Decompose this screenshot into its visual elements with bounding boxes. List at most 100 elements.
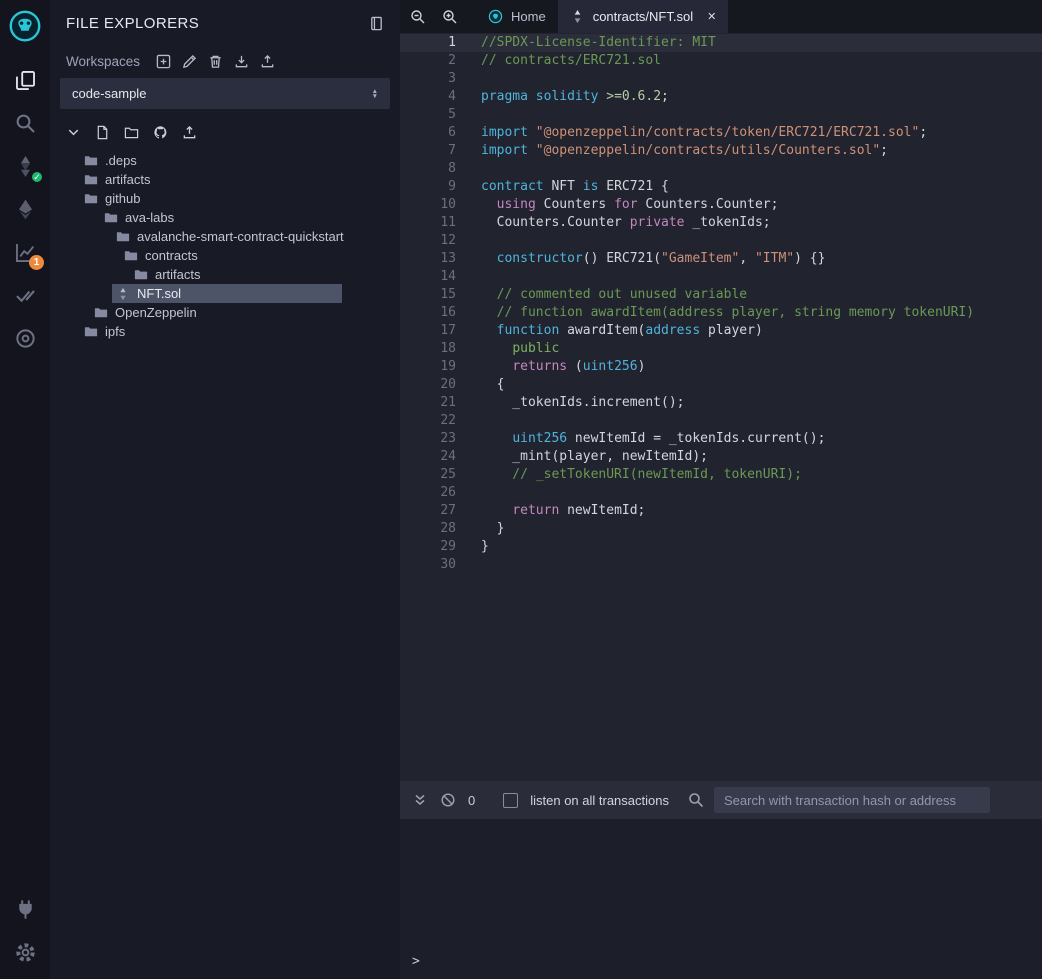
code-line-11[interactable]: 11 Counters.Counter private _tokenIds; [400,214,1042,232]
close-tab-icon[interactable]: ✕ [707,10,716,23]
terminal-output[interactable]: > [400,819,1042,979]
chevron-down-icon [66,125,81,140]
tree-item-ipfs[interactable]: ipfs [50,322,400,341]
line-number: 6 [400,124,456,142]
code-line-19[interactable]: 19 returns (uint256) [400,358,1042,376]
create-workspace-button[interactable] [156,54,171,69]
upload-icon [260,54,275,69]
line-number: 21 [400,394,456,412]
code-line-25[interactable]: 25 // _setTokenURI(newItemId, tokenURI); [400,466,1042,484]
download-workspaces-button[interactable] [234,54,249,69]
tree-item-artifacts[interactable]: artifacts [50,265,400,284]
line-content: returns (uint256) [456,358,645,376]
code-line-29[interactable]: 29} [400,538,1042,556]
deploy-icon [15,199,36,220]
tree-item-NFT.sol[interactable]: NFT.sol [50,284,400,303]
code-line-20[interactable]: 20 { [400,376,1042,394]
delete-workspace-button[interactable] [208,54,223,69]
line-content: import "@openzeppelin/contracts/token/ER… [456,124,927,142]
sidebar-unit-testing[interactable] [10,280,40,310]
tree-item-ava-labs[interactable]: ava-labs [50,208,400,227]
code-line-13[interactable]: 13 constructor() ERC721("GameItem", "ITM… [400,250,1042,268]
sidebar-statistics[interactable]: 1 [10,237,40,267]
tree-item-github[interactable]: github [50,189,400,208]
code-line-3[interactable]: 3 [400,70,1042,88]
code-line-18[interactable]: 18 public [400,340,1042,358]
tree-item-rowbox: avalanche-smart-contract-quickstart [112,227,352,246]
code-line-22[interactable]: 22 [400,412,1042,430]
code-line-21[interactable]: 21 _tokenIds.increment(); [400,394,1042,412]
create-folder-button[interactable] [124,125,139,140]
sidebar-deploy-run[interactable] [10,194,40,224]
tab-contracts/NFT.sol[interactable]: contracts/NFT.sol✕ [558,0,729,33]
remix-logo-icon[interactable] [6,7,44,45]
code-line-9[interactable]: 9contract NFT is ERC721 { [400,178,1042,196]
zoom-out-button[interactable] [410,9,426,25]
code-line-28[interactable]: 28 } [400,520,1042,538]
line-content [456,160,481,178]
sidebar-file-explorer[interactable] [10,65,40,95]
code-line-6[interactable]: 6import "@openzeppelin/contracts/token/E… [400,124,1042,142]
sidebar-settings[interactable] [10,937,40,967]
line-content: uint256 newItemId = _tokenIds.current(); [456,430,825,448]
line-number: 30 [400,556,456,574]
code-line-10[interactable]: 10 using Counters for Counters.Counter; [400,196,1042,214]
code-line-4[interactable]: 4pragma solidity >=0.6.2; [400,88,1042,106]
folder-icon [104,211,118,225]
terminal-search-input[interactable] [714,787,990,813]
statistics-badge: 1 [29,255,44,270]
workspaces-row: Workspaces [50,54,400,69]
sidebar-sourcify[interactable] [10,323,40,353]
line-content: //SPDX-License-Identifier: MIT [456,34,716,52]
sidebar-search[interactable] [10,108,40,138]
code-line-2[interactable]: 2// contracts/ERC721.sol [400,52,1042,70]
line-number: 27 [400,502,456,520]
book-icon[interactable] [369,16,384,31]
upload-file-button[interactable] [182,125,197,140]
line-number: 19 [400,358,456,376]
solidity-file-icon [570,9,585,24]
line-content: _tokenIds.increment(); [456,394,685,412]
code-line-1[interactable]: 1//SPDX-License-Identifier: MIT [400,34,1042,52]
listen-transactions-label: listen on all transactions [530,793,669,808]
workspace-select[interactable]: code-sample ▲▼ [60,78,390,109]
code-line-16[interactable]: 16 // function awardItem(address player,… [400,304,1042,322]
code-line-26[interactable]: 26 [400,484,1042,502]
tree-item-rowbox: .deps [80,151,145,170]
tab-Home[interactable]: Home [476,0,558,33]
tree-item-avalanche-smart-contract-quickstart[interactable]: avalanche-smart-contract-quickstart [50,227,400,246]
upload-icon [182,125,197,140]
tree-item-artifacts[interactable]: artifacts [50,170,400,189]
listen-transactions-checkbox[interactable] [503,793,518,808]
code-line-15[interactable]: 15 // commented out unused variable [400,286,1042,304]
code-line-27[interactable]: 27 return newItemId; [400,502,1042,520]
code-line-17[interactable]: 17 function awardItem(address player) [400,322,1042,340]
icon-sidebar-bottom [10,894,40,967]
publish-to-github-button[interactable] [153,125,168,140]
zoom-in-button[interactable] [442,9,458,25]
tree-item-contracts[interactable]: contracts [50,246,400,265]
code-line-12[interactable]: 12 [400,232,1042,250]
code-line-30[interactable]: 30 [400,556,1042,574]
code-line-23[interactable]: 23 uint256 newItemId = _tokenIds.current… [400,430,1042,448]
code-editor[interactable]: 1//SPDX-License-Identifier: MIT2// contr… [400,33,1042,781]
tree-item-label: contracts [145,248,198,263]
code-line-7[interactable]: 7import "@openzeppelin/contracts/utils/C… [400,142,1042,160]
plug-icon [15,899,36,920]
code-line-5[interactable]: 5 [400,106,1042,124]
sidebar-solidity-compiler[interactable]: ✓ [10,151,40,181]
code-line-24[interactable]: 24 _mint(player, newItemId); [400,448,1042,466]
restore-workspace-button[interactable] [260,54,275,69]
tree-item-OpenZeppelin[interactable]: OpenZeppelin [50,303,400,322]
toggle-terminal-icon[interactable] [412,792,428,808]
code-line-8[interactable]: 8 [400,160,1042,178]
create-file-button[interactable] [95,125,110,140]
line-number: 22 [400,412,456,430]
rename-workspace-button[interactable] [182,54,197,69]
sidebar-plugin-manager[interactable] [10,894,40,924]
collapse-tree-button[interactable] [66,125,81,140]
code-line-14[interactable]: 14 [400,268,1042,286]
folder-icon [116,230,130,244]
clear-console-icon[interactable] [440,792,456,808]
tree-item-.deps[interactable]: .deps [50,151,400,170]
